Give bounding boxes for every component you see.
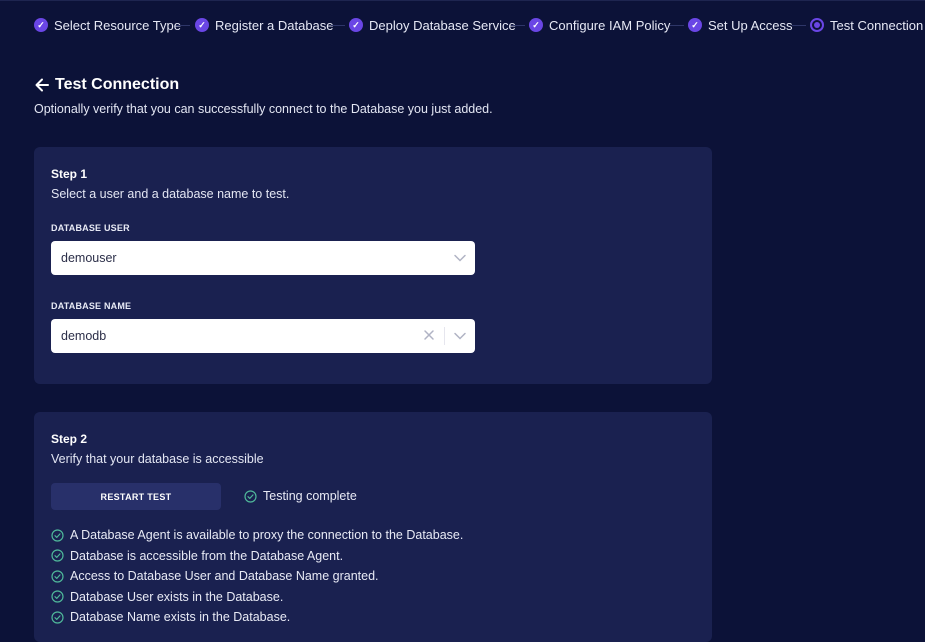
page-header: Test Connection [34,76,179,94]
database-name-select[interactable]: demodb [51,319,475,353]
step2-title: Step 2 [51,432,88,446]
step-select-resource-type[interactable]: ✓ Select Resource Type [34,15,181,35]
step-label: Set Up Access [708,17,793,33]
database-user-label: DATABASE USER [51,223,130,233]
check-circle-outline-icon [51,529,64,542]
check-circle-icon: ✓ [195,18,209,32]
progress-stepper: ✓ Select Resource Type ✓ Register a Data… [0,0,925,46]
database-user-select[interactable]: demouser [51,241,475,275]
step-label: Configure IAM Policy [549,17,671,33]
list-item: Database Name exists in the Database. [51,607,463,628]
check-result-text: Database User exists in the Database. [70,589,284,604]
step2-card: Step 2 Verify that your database is acce… [34,412,712,642]
step1-title: Step 1 [51,167,88,181]
radio-dot-icon [810,18,824,32]
list-item: A Database Agent is available to proxy t… [51,525,463,546]
step1-description: Select a user and a database name to tes… [51,187,290,201]
check-results-list: A Database Agent is available to proxy t… [51,525,463,628]
arrow-left-icon[interactable] [34,76,50,94]
list-item: Database is accessible from the Database… [51,546,463,567]
step-label: Test Connection [830,17,924,33]
step-separator [511,25,525,26]
test-status-text: Testing complete [263,489,357,503]
select-divider [444,327,445,345]
database-name-value: demodb [61,329,107,343]
step-set-up-access[interactable]: ✓ Set Up Access [688,15,793,35]
step2-description: Verify that your database is accessible [51,452,264,466]
step-test-connection[interactable]: Test Connection [810,15,923,35]
chevron-down-icon[interactable] [453,251,467,265]
step-label: Deploy Database Service [369,17,516,33]
step1-card: Step 1 Select a user and a database name… [34,147,712,384]
check-result-text: Access to Database User and Database Nam… [70,569,379,584]
step-label: Register a Database [215,17,334,33]
step-separator [792,25,806,26]
test-status: Testing complete [244,489,357,503]
page-title: Test Connection [55,76,180,93]
check-circle-icon: ✓ [34,18,48,32]
list-item: Access to Database User and Database Nam… [51,566,463,587]
check-circle-outline-icon [244,489,257,503]
restart-test-button[interactable]: RESTART TEST [51,483,221,510]
database-name-label: DATABASE NAME [51,301,132,311]
step-label: Select Resource Type [54,17,181,33]
check-result-text: A Database Agent is available to proxy t… [70,528,464,543]
check-circle-outline-icon [51,549,64,562]
check-circle-outline-icon [51,611,64,624]
database-user-value: demouser [61,251,117,265]
step-separator [331,25,345,26]
step-register-database[interactable]: ✓ Register a Database [195,15,334,35]
chevron-down-icon[interactable] [453,329,467,343]
check-circle-icon: ✓ [349,18,363,32]
step-separator [176,25,190,26]
check-result-text: Database is accessible from the Database… [70,548,344,563]
check-circle-icon: ✓ [529,18,543,32]
check-result-text: Database Name exists in the Database. [70,610,291,625]
step-separator [670,25,684,26]
check-circle-icon: ✓ [688,18,702,32]
close-icon[interactable] [423,329,435,341]
step-configure-iam-policy[interactable]: ✓ Configure IAM Policy [529,15,670,35]
check-circle-outline-icon [51,590,64,603]
page-subtitle: Optionally verify that you can successfu… [34,102,493,116]
list-item: Database User exists in the Database. [51,587,463,608]
step-deploy-database-service[interactable]: ✓ Deploy Database Service [349,15,516,35]
check-circle-outline-icon [51,570,64,583]
